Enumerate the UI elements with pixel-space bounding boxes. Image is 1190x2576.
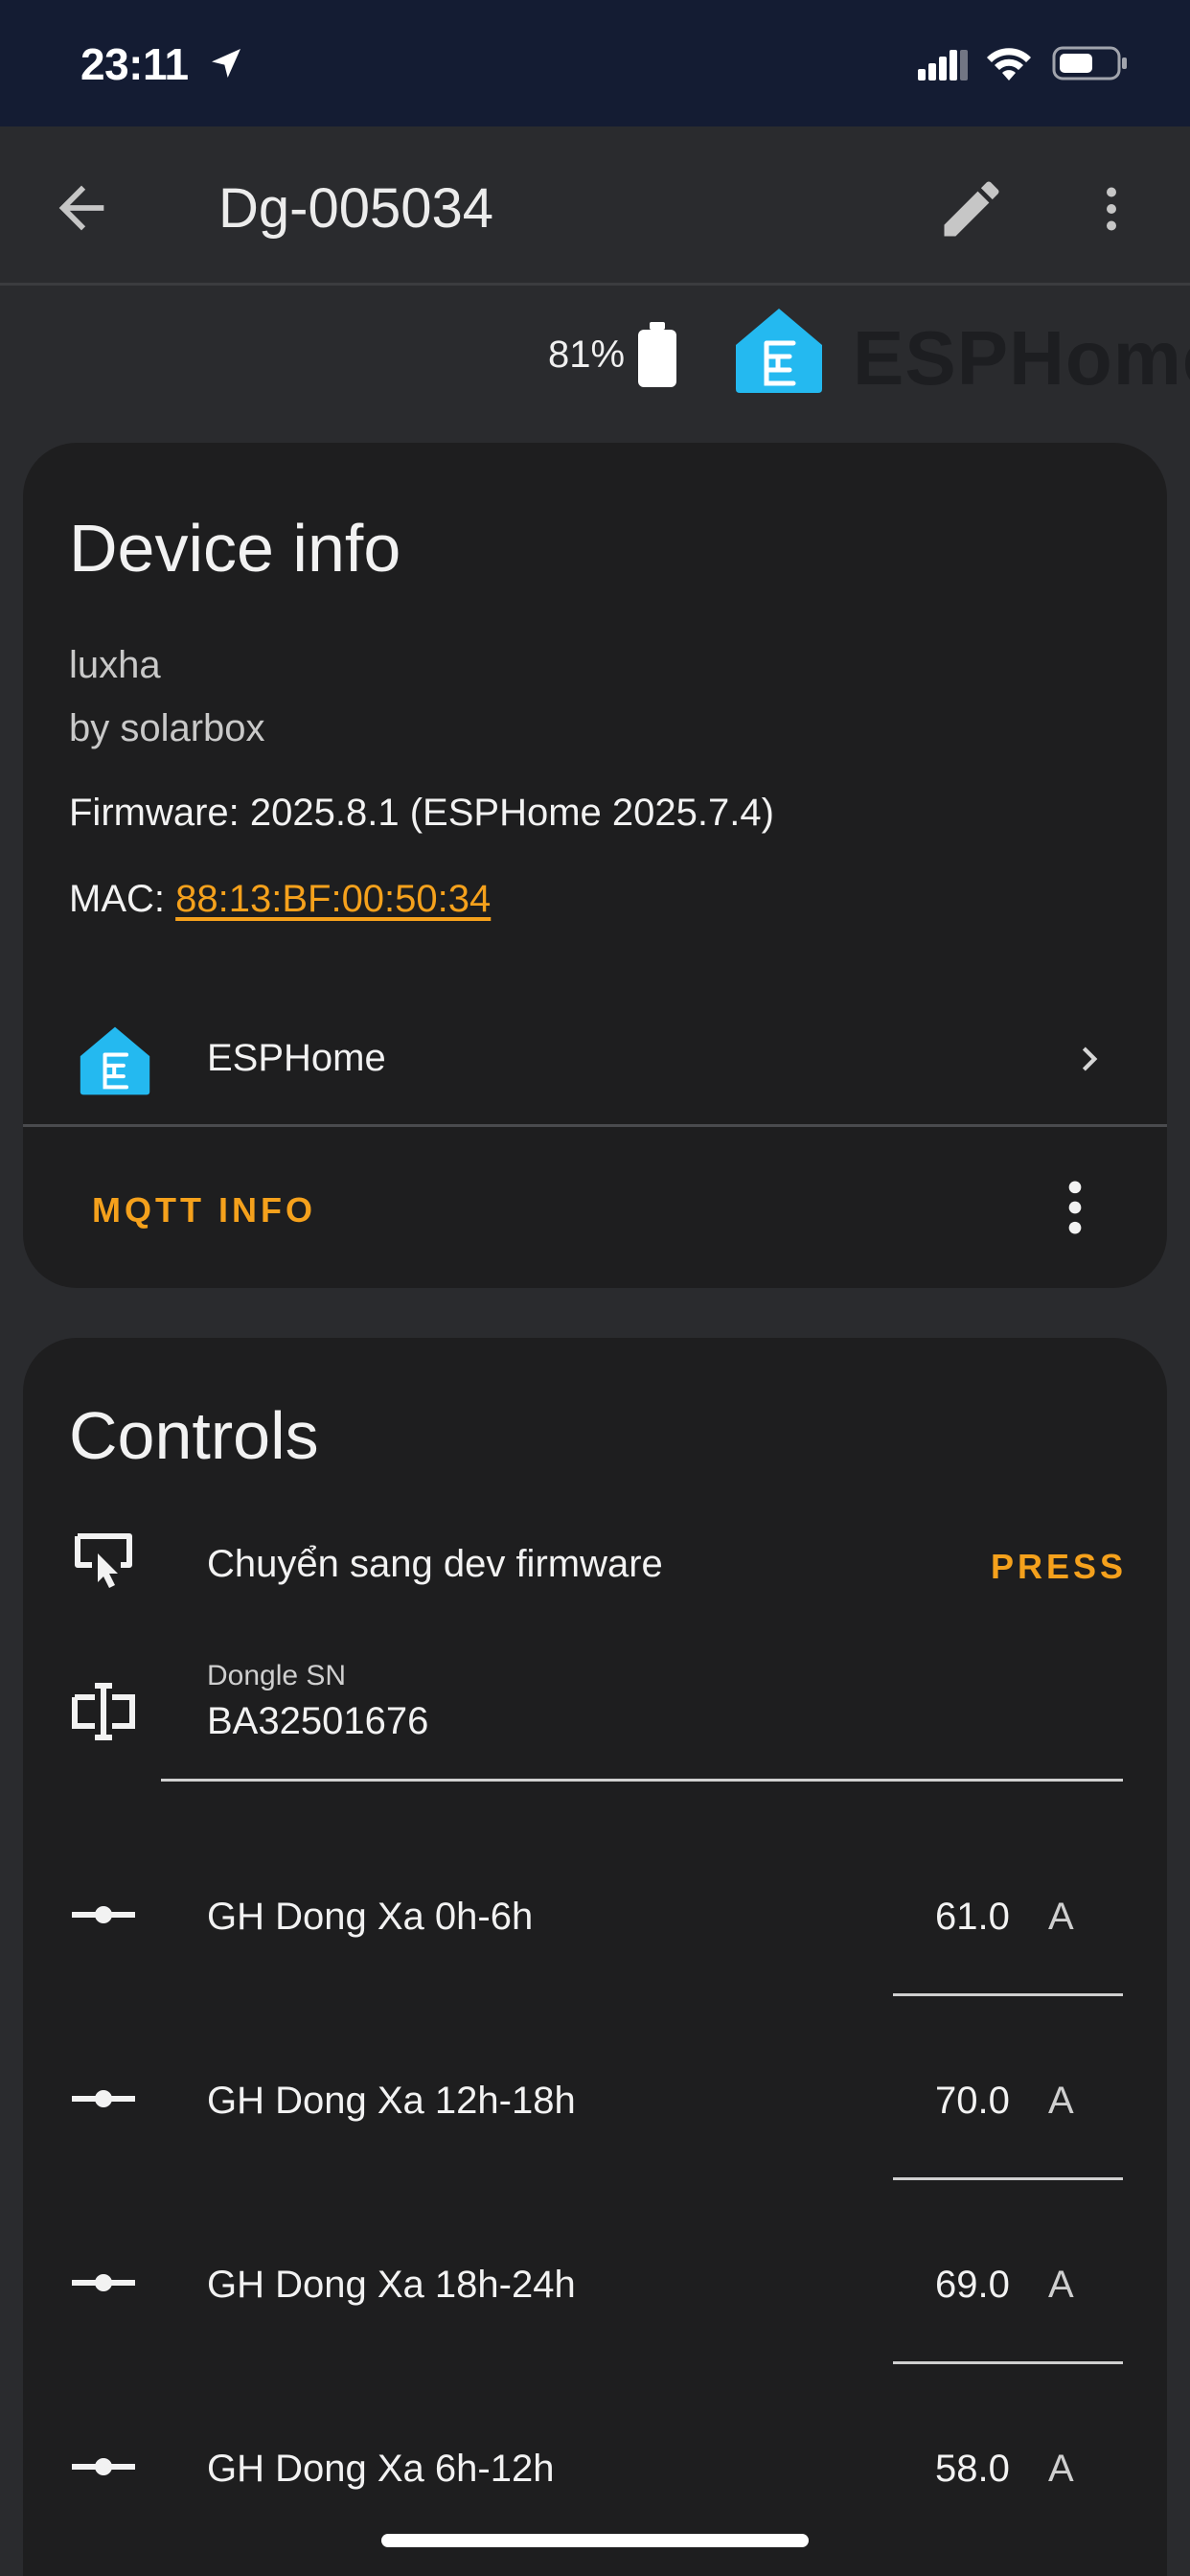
control-label: Chuyển sang dev firmware [207, 1543, 663, 1585]
control-row-dongle-sn: Dongle SN BA32501676 [23, 1658, 1167, 1811]
field-underline [161, 1779, 1123, 1782]
device-battery-icon [1052, 46, 1127, 80]
chevron-right-icon [1082, 1046, 1098, 1071]
esphome-logo-icon [736, 309, 822, 393]
wifi-icon [987, 48, 1031, 80]
field-underline [893, 1993, 1123, 1996]
mac-address-link[interactable]: 88:13:BF:00:50:34 [175, 878, 491, 920]
firmware-info: Firmware: 2025.8.1 (ESPHome 2025.7.4) [69, 792, 774, 834]
more-vert-icon[interactable] [1050, 1173, 1100, 1242]
control-row-number: GH Dong Xa 0h-6h 61.0 A [23, 1874, 1167, 2047]
integration-label: ESPHome [207, 1037, 386, 1079]
device-model: luxha [69, 644, 161, 686]
number-label: GH Dong Xa 18h-24h [207, 2264, 576, 2306]
number-input[interactable]: 69.0 [935, 2264, 1041, 2307]
field-underline [893, 2361, 1123, 2364]
device-manufacturer: by solarbox [69, 707, 265, 749]
number-unit: A [1048, 2448, 1074, 2490]
pencil-icon[interactable] [935, 172, 1008, 245]
mac-row: MAC: 88:13:BF:00:50:34 [69, 878, 491, 921]
dongle-sn-field[interactable]: BA32501676 [207, 1700, 428, 1743]
back-arrow-icon[interactable] [48, 174, 115, 242]
battery-icon [638, 322, 676, 387]
device-info-title: Device info [69, 511, 401, 586]
ray-vertex-icon [72, 1906, 135, 1923]
control-row-number: GH Dong Xa 18h-24h 69.0 A [23, 2242, 1167, 2415]
number-unit: A [1048, 2264, 1074, 2306]
status-bar: 23:11 [0, 0, 1190, 126]
integration-row-esphome[interactable]: ESPHome [23, 989, 1167, 1127]
app-bar: Dg-005034 [0, 126, 1190, 286]
esphome-wordmark: ESPHome [853, 315, 1190, 401]
number-input[interactable]: 58.0 [935, 2448, 1041, 2491]
status-time: 23:11 [80, 39, 189, 89]
control-row-number: GH Dong Xa 6h-12h 58.0 A [23, 2426, 1167, 2576]
control-row-number: GH Dong Xa 12h-18h 70.0 A [23, 2058, 1167, 2231]
ray-vertex-icon [72, 2274, 135, 2291]
ray-vertex-icon [72, 2090, 135, 2107]
esphome-logo-icon [80, 1026, 150, 1095]
cellular-signal-icon [918, 50, 968, 80]
field-underline [893, 2177, 1123, 2180]
number-unit: A [1048, 1896, 1074, 1938]
number-input[interactable]: 61.0 [935, 1896, 1041, 1939]
number-label: GH Dong Xa 12h-18h [207, 2080, 576, 2122]
mac-label: MAC: [69, 878, 176, 920]
controls-title: Controls [69, 1398, 319, 1473]
control-row-dev-firmware: Chuyển sang dev firmware PRESS [23, 1518, 1167, 1633]
battery-percent: 81% [548, 334, 626, 376]
number-unit: A [1048, 2080, 1074, 2122]
number-label: GH Dong Xa 6h-12h [207, 2448, 555, 2490]
gesture-tap-button-icon [75, 1533, 132, 1588]
controls-card: Controls Chuyển sang dev firmware PRESS … [23, 1338, 1167, 2576]
form-textbox-icon [72, 1683, 135, 1740]
mqtt-info-button[interactable]: MQTT INFO [92, 1190, 316, 1230]
home-indicator[interactable] [381, 2534, 809, 2547]
dongle-sn-label: Dongle SN [207, 1660, 347, 1691]
ray-vertex-icon [72, 2458, 135, 2475]
device-header: 81% ESPHome [0, 286, 1190, 439]
device-info-card: Device info luxha by solarbox Firmware: … [23, 443, 1167, 1288]
device-page: 81% ESPHome Device info luxha by solarbo… [0, 286, 1190, 2576]
number-input[interactable]: 70.0 [935, 2080, 1041, 2123]
number-label: GH Dong Xa 0h-6h [207, 1896, 534, 1938]
more-vert-icon[interactable] [1083, 172, 1140, 245]
press-button[interactable]: PRESS [991, 1547, 1127, 1587]
location-arrow-icon [212, 49, 240, 78]
page-title: Dg-005034 [218, 177, 493, 240]
